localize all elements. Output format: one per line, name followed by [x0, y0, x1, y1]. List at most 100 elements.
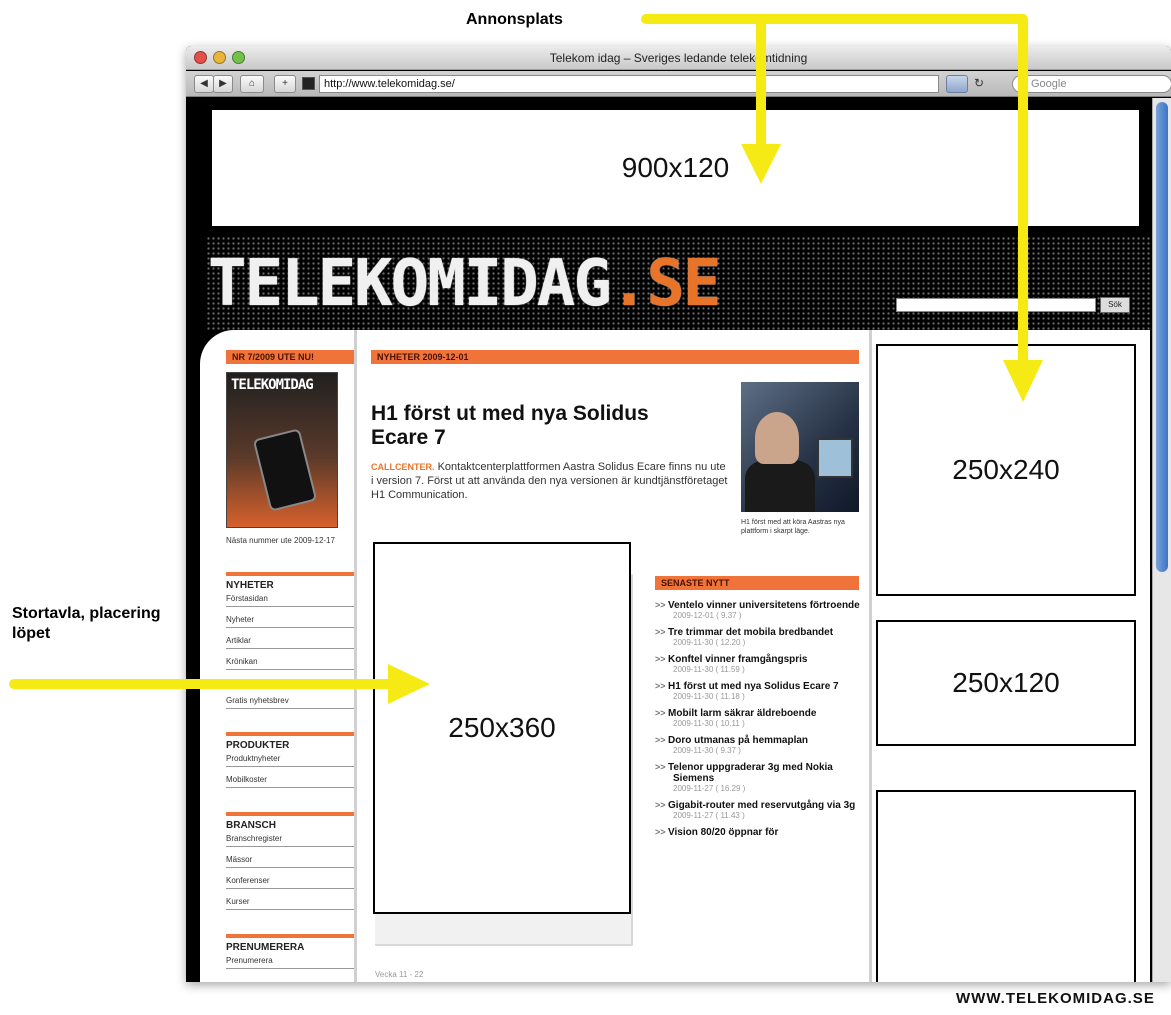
latest-news-title[interactable]: >> Mobilt larm säkrar äldreboende: [655, 708, 863, 719]
photo-caption: H1 först med att köra Aastras nya plattf…: [741, 519, 845, 535]
left-column: NR 7/2009 UTE NU! TELEKOMIDAG Nästa numm…: [214, 350, 354, 982]
latest-news-list: >> Ventelo vinner universitetens förtroe…: [655, 600, 863, 844]
article-lead: CALLCENTER. Kontaktcenterplattformen Aas…: [371, 460, 731, 502]
double-chevron-icon: >>: [655, 735, 669, 745]
site-search-button[interactable]: Sök: [1100, 297, 1130, 313]
annotation-top-label: Annonsplats: [466, 11, 563, 28]
site-search-input[interactable]: [896, 298, 1096, 312]
latest-news-item[interactable]: >> H1 först ut med nya Solidus Ecare 7 20…: [655, 681, 863, 702]
annotation-left-label: Stortavla, placering löpet: [12, 605, 161, 642]
latest-news-title[interactable]: >> Gigabit-router med reservutgång via 3…: [655, 800, 863, 811]
latest-news-time: 2009-11-30 ( 11.59 ): [673, 665, 745, 674]
latest-news-title-text: Doro utmanas på hemmaplan: [668, 735, 809, 746]
double-chevron-icon: >>: [655, 627, 669, 637]
phone-image: [252, 428, 318, 512]
issue-caption: Nästa nummer ute 2009-12-17: [226, 536, 335, 545]
site-logo[interactable]: TELEKOMIDAG.SE: [208, 242, 722, 326]
latest-news-time: 2009-11-27 ( 11.43 ): [673, 811, 745, 820]
double-chevron-icon: >>: [655, 708, 669, 718]
nav-item-prenumerera[interactable]: Prenumerera: [226, 956, 354, 969]
photo-person-body: [745, 460, 815, 512]
main-column: NYHETER 2009-12-01 H1 först ut med nya S…: [354, 330, 872, 982]
site-logo-suffix: .SE: [609, 247, 722, 321]
ad-slot-top[interactable]: 900x120: [210, 108, 1141, 228]
nav-item-kronikan[interactable]: Krönikan: [226, 657, 354, 670]
back-arrow-icon[interactable]: ◀: [194, 75, 214, 93]
home-icon[interactable]: ⌂: [240, 75, 264, 93]
bottom-date: Vecka 11 - 22: [375, 970, 424, 979]
nav-item-nyhetsbrev[interactable]: Gratis nyhetsbrev: [226, 696, 354, 709]
latest-news-item[interactable]: >> Konftel vinner framgångspris 2009-11-3…: [655, 654, 863, 675]
latest-news-title-text: Tre trimmar det mobila bredbandet: [668, 627, 834, 638]
double-chevron-icon: >>: [655, 800, 669, 810]
page-body: NR 7/2009 UTE NU! TELEKOMIDAG Nästa numm…: [200, 330, 1150, 982]
latest-news-time: 2009-11-27 ( 16.29 ): [673, 784, 746, 793]
title-bar: Telekom idag – Sveriges ledande telekomt…: [186, 46, 1171, 70]
double-chevron-icon: >>: [655, 762, 669, 772]
ad-slot-right-2[interactable]: 250x120: [876, 620, 1136, 746]
ad-slot-right-3[interactable]: [876, 790, 1136, 982]
nav-item-mobilkoster[interactable]: Mobilkoster: [226, 775, 354, 788]
double-chevron-icon: >>: [655, 654, 669, 664]
ad-slot-right-1[interactable]: 250x240: [876, 344, 1136, 596]
add-bookmark-icon[interactable]: +: [274, 75, 296, 93]
news-date-bar: NYHETER 2009-12-01: [371, 350, 859, 364]
latest-news-title-text: Konftel vinner framgångspris: [668, 654, 808, 665]
latest-news-time: 2009-11-30 ( 11.18 ): [673, 692, 745, 701]
nav-heading-bransch: BRANSCH: [226, 812, 354, 831]
nav-item-massor[interactable]: Mässor: [226, 855, 354, 868]
nav-item-konferenser[interactable]: Konferenser: [226, 876, 354, 889]
latest-news-item[interactable]: >> Gigabit-router med reservutgång via 3…: [655, 800, 863, 821]
window-title: Telekom idag – Sveriges ledande telekomt…: [549, 51, 808, 65]
latest-news-item[interactable]: >> Vision 80/20 öppnar för: [655, 827, 863, 838]
stage: Annonsplats Stortavla, placering löpet T…: [0, 0, 1171, 1015]
nav-item-forstasidan[interactable]: Förstasidan: [226, 594, 354, 607]
vertical-scrollbar[interactable]: [1152, 98, 1171, 982]
latest-news-title[interactable]: >> Telenor uppgraderar 3g med Nokia Siem…: [655, 762, 863, 784]
latest-news-item[interactable]: >> Telenor uppgraderar 3g med Nokia Siem…: [655, 762, 863, 794]
latest-news-title[interactable]: >> Tre trimmar det mobila bredbandet: [655, 627, 863, 638]
latest-news-title[interactable]: >> Konftel vinner framgångspris: [655, 654, 863, 665]
nav-item-nyheter[interactable]: Nyheter: [226, 615, 354, 628]
latest-news-title-text: H1 först ut med nya Solidus Ecare 7: [668, 681, 839, 692]
magazine-cover[interactable]: TELEKOMIDAG: [226, 372, 338, 528]
article-photo[interactable]: [741, 382, 859, 512]
latest-news-title[interactable]: >> Vision 80/20 öppnar för: [655, 827, 863, 838]
nav-item-produktnyheter[interactable]: Produktnyheter: [226, 754, 354, 767]
latest-news-title[interactable]: >> H1 först ut med nya Solidus Ecare 7: [655, 681, 863, 692]
latest-news-item[interactable]: >> Doro utmanas på hemmaplan 2009-11-30 (…: [655, 735, 863, 756]
browser-search-input[interactable]: ⌕ Google: [1012, 75, 1171, 93]
latest-news-title[interactable]: >> Doro utmanas på hemmaplan: [655, 735, 863, 746]
latest-news-time: 2009-11-30 ( 12.20 ): [673, 638, 746, 647]
browser-search-placeholder: Google: [1031, 78, 1067, 90]
latest-news-title[interactable]: >> Ventelo vinner universitetens förtroe…: [655, 600, 863, 611]
double-chevron-icon: >>: [655, 827, 669, 837]
right-column: 250x240 250x120: [872, 330, 1150, 982]
forward-arrow-icon[interactable]: ▶: [213, 75, 233, 93]
nav-item-artiklar[interactable]: Artiklar: [226, 636, 354, 649]
nav-heading-prenumerera: PRENUMERERA: [226, 934, 354, 953]
photo-person-head: [755, 412, 799, 464]
photo-monitor: [817, 438, 853, 478]
favicon-icon: [302, 77, 315, 90]
issue-bar[interactable]: NR 7/2009 UTE NU!: [226, 350, 354, 364]
magazine-cover-title: TELEKOMIDAG: [231, 377, 314, 393]
latest-news-item[interactable]: >> Mobilt larm säkrar äldreboende 2009-11…: [655, 708, 863, 729]
latest-news-time: 2009-11-30 ( 10.11 ): [673, 719, 745, 728]
nav-item-branschregister[interactable]: Branschregister: [226, 834, 354, 847]
scrollbar-thumb[interactable]: [1156, 102, 1168, 572]
address-bar[interactable]: http://www.telekomidag.se/: [319, 75, 939, 93]
latest-news-title-text: Ventelo vinner universitetens förtroende: [668, 600, 860, 611]
nav-heading-produkter: PRODUKTER: [226, 732, 354, 751]
article-kicker: CALLCENTER.: [371, 462, 435, 472]
ad-slot-mid[interactable]: 250x360: [373, 542, 631, 914]
search-icon: ⌕: [1019, 78, 1025, 89]
reload-icon[interactable]: ↻: [970, 75, 988, 93]
rss-icon[interactable]: [946, 75, 968, 93]
latest-news-bar: SENASTE NYTT: [655, 576, 859, 590]
article-headline[interactable]: H1 först ut med nya Solidus Ecare 7: [371, 402, 711, 450]
latest-news-title-text: Gigabit-router med reservutgång via 3g: [668, 800, 856, 811]
nav-item-kurser[interactable]: Kurser: [226, 897, 354, 910]
latest-news-item[interactable]: >> Tre trimmar det mobila bredbandet 2009…: [655, 627, 863, 648]
latest-news-item[interactable]: >> Ventelo vinner universitetens förtroe…: [655, 600, 863, 621]
